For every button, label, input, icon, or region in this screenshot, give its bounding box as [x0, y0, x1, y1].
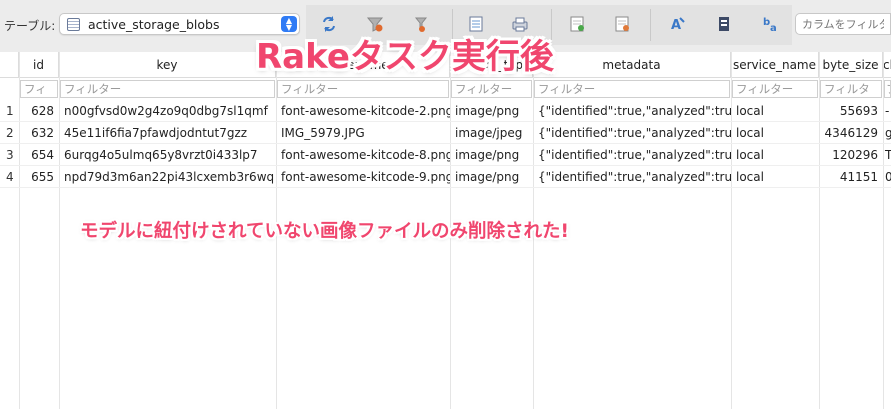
svg-text:a: a [770, 23, 777, 33]
cell-filename[interactable]: font-awesome-kitcode-8.png [276, 144, 450, 166]
cell-service-name[interactable]: local [731, 166, 819, 188]
table-row[interactable]: 1 628 n00gfvsd0w2g4zo9q0dbg7sl1qmf font-awe… [0, 100, 891, 122]
cell-metadata[interactable]: {"identified":true,"analyzed":true} [533, 166, 731, 188]
header-id[interactable]: id [19, 52, 59, 78]
filter-input-id[interactable]: フィ [20, 80, 58, 98]
annotation-title: Rakeタスク実行後 [256, 37, 554, 77]
svg-text:A: A [671, 18, 681, 33]
cell-byte-size[interactable]: 120296 [819, 144, 883, 166]
cell-metadata[interactable]: {"identified":true,"analyzed":true} [533, 100, 731, 122]
table-select-value: active_storage_blobs [88, 17, 220, 32]
header-metadata[interactable]: metadata [533, 52, 731, 78]
table-row[interactable]: 2 632 45e11if6fia7pfawdjodntut7gzz IMG_5979… [0, 122, 891, 144]
header-rownum [0, 52, 19, 78]
filter-input-key[interactable]: フィルター [60, 80, 275, 98]
header-byte-size[interactable]: byte_size [819, 52, 883, 78]
header-checksum[interactable]: checksum [883, 52, 891, 78]
cell-checksum[interactable]: g [883, 122, 891, 144]
table-filter-row: フィ フィルター フィルター フィルター フィルター フィルター フィルタ フ [0, 78, 891, 99]
cell-service-name[interactable]: local [731, 144, 819, 166]
toolbar-divider [650, 9, 651, 41]
cell-filename[interactable]: IMG_5979.JPG [276, 122, 450, 144]
cell-metadata[interactable]: {"identified":true,"analyzed":true} [533, 144, 731, 166]
copy-icon[interactable] [713, 13, 735, 35]
table-row[interactable]: 3 654 6urqg4o5ulmq65y8vrzt0i433lp7 font-awe… [0, 144, 891, 166]
row-number[interactable]: 3 [0, 144, 19, 166]
header-key[interactable]: key [59, 52, 276, 78]
cell-byte-size[interactable]: 4346129 [819, 122, 883, 144]
filter-input-content-type[interactable]: フィルター [451, 80, 532, 98]
cell-content-type[interactable]: image/jpeg [450, 122, 533, 144]
filter-input-checksum[interactable]: フ [884, 80, 891, 98]
cell-id[interactable]: 654 [19, 144, 59, 166]
header-service-name[interactable]: service_name [731, 52, 819, 78]
import-icon[interactable] [611, 13, 633, 35]
edit-icon[interactable]: ba [760, 13, 782, 35]
cell-checksum[interactable]: - [883, 100, 891, 122]
row-number[interactable]: 4 [0, 166, 19, 188]
cell-byte-size[interactable]: 55693 [819, 100, 883, 122]
cell-checksum[interactable]: 0 [883, 166, 891, 188]
cell-filename[interactable]: font-awesome-kitcode-2.png [276, 100, 450, 122]
cell-key[interactable]: 45e11if6fia7pfawdjodntut7gzz [59, 122, 276, 144]
table-row[interactable]: 4 655 npd79d3m6an22pi43lcxemb3r6wq font-awe… [0, 166, 891, 188]
annotation-note: モデルに紐付けされていない画像ファイルのみ削除された! [80, 221, 569, 242]
cell-key[interactable]: n00gfvsd0w2g4zo9q0dbg7sl1qmf [59, 100, 276, 122]
cell-service-name[interactable]: local [731, 100, 819, 122]
cell-key[interactable]: npd79d3m6an22pi43lcxemb3r6wq [59, 166, 276, 188]
filter-input-byte-size[interactable]: フィルタ [820, 80, 882, 98]
table-label: テーブル: [4, 19, 56, 33]
cell-filename[interactable]: font-awesome-kitcode-9.png [276, 166, 450, 188]
cell-id[interactable]: 655 [19, 166, 59, 188]
translate-icon[interactable]: A [667, 13, 689, 35]
cell-id[interactable]: 632 [19, 122, 59, 144]
row-number[interactable]: 1 [0, 100, 19, 122]
export-icon[interactable] [566, 13, 588, 35]
column-filter-input[interactable] [795, 13, 891, 35]
filter-input-filename[interactable]: フィルター [277, 80, 449, 98]
table-icon [67, 18, 80, 31]
cell-key[interactable]: 6urqg4o5ulmq65y8vrzt0i433lp7 [59, 144, 276, 166]
cell-content-type[interactable]: image/png [450, 100, 533, 122]
cell-id[interactable]: 628 [19, 100, 59, 122]
cell-content-type[interactable]: image/png [450, 166, 533, 188]
filter-input-metadata[interactable]: フィルター [534, 80, 730, 98]
cell-metadata[interactable]: {"identified":true,"analyzed":true} [533, 122, 731, 144]
filter-input-service-name[interactable]: フィルター [732, 80, 818, 98]
cell-content-type[interactable]: image/png [450, 144, 533, 166]
cell-checksum[interactable]: T [883, 144, 891, 166]
cell-service-name[interactable]: local [731, 122, 819, 144]
cell-byte-size[interactable]: 41151 [819, 166, 883, 188]
row-number[interactable]: 2 [0, 122, 19, 144]
column-filter-field[interactable] [796, 14, 890, 34]
